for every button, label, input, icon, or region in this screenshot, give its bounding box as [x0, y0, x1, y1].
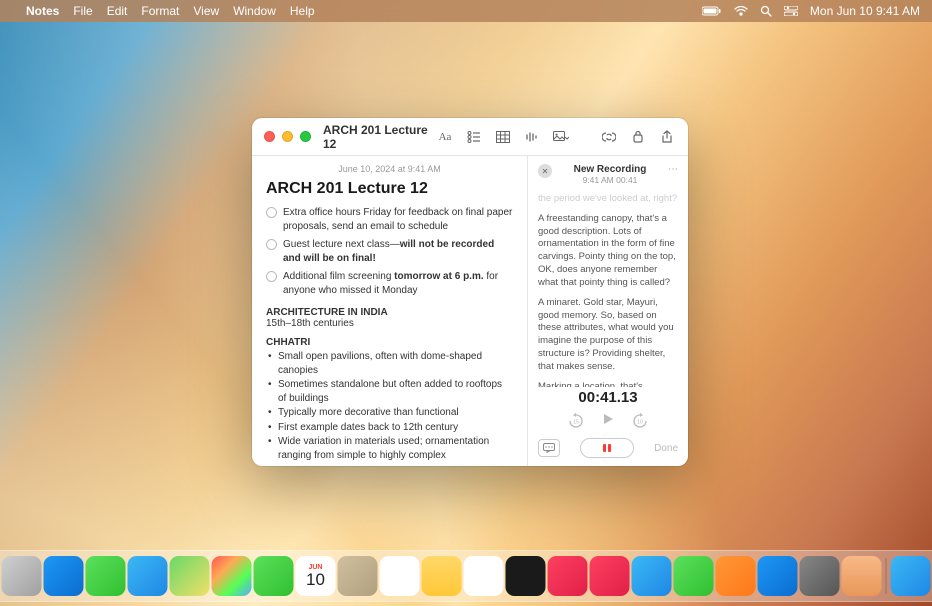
- play-button[interactable]: [601, 412, 615, 430]
- menu-view[interactable]: View: [193, 4, 219, 18]
- bullet-item: Typically more decorative than functiona…: [266, 406, 513, 420]
- dock-contacts[interactable]: [338, 556, 378, 596]
- traffic-lights: [264, 131, 311, 142]
- dock-photos[interactable]: [212, 556, 252, 596]
- transcript-faded: the period we've looked at, right?: [538, 193, 678, 206]
- dock-settings[interactable]: [800, 556, 840, 596]
- checklist-text: Additional film screening tomorrow at 6 …: [283, 270, 513, 297]
- media-button[interactable]: [552, 128, 570, 146]
- link-button[interactable]: [600, 128, 618, 146]
- dock-pages[interactable]: [716, 556, 756, 596]
- dock-numbers[interactable]: [674, 556, 714, 596]
- dock-music[interactable]: [548, 556, 588, 596]
- checklist: Extra office hours Friday for feedback o…: [266, 206, 513, 297]
- menu-format[interactable]: Format: [141, 4, 179, 18]
- checkbox-icon[interactable]: [266, 207, 277, 218]
- checkbox-icon[interactable]: [266, 271, 277, 282]
- window-title: ARCH 201 Lecture 12: [323, 123, 428, 151]
- bullet-item: First example dates back to 12th century: [266, 421, 513, 435]
- transcript-paragraph: A freestanding canopy, that's a good des…: [538, 213, 678, 290]
- notes-window: ARCH 201 Lecture 12 Aa June 10, 2024 at …: [252, 118, 688, 466]
- dock: JUN10: [0, 550, 932, 602]
- checklist-button[interactable]: [465, 128, 483, 146]
- dock-phone-mirror[interactable]: [842, 556, 882, 596]
- done-button[interactable]: Done: [654, 443, 678, 454]
- svg-text:15: 15: [573, 420, 579, 426]
- dock-news[interactable]: [590, 556, 630, 596]
- search-icon[interactable]: [760, 5, 772, 17]
- window-minimize[interactable]: [282, 131, 293, 142]
- checklist-item[interactable]: Extra office hours Friday for feedback o…: [266, 206, 513, 233]
- dock-freeform[interactable]: [464, 556, 504, 596]
- dock-reminders[interactable]: [380, 556, 420, 596]
- menu-file[interactable]: File: [73, 4, 92, 18]
- bullet-item: Sometimes standalone but often added to …: [266, 378, 513, 405]
- window-close[interactable]: [264, 131, 275, 142]
- battery-icon[interactable]: [702, 6, 722, 16]
- section-heading: ARCHITECTURE IN INDIA: [266, 307, 513, 318]
- bullet-item: Wide variation in materials used; orname…: [266, 435, 513, 462]
- note-title: ARCH 201 Lecture 12: [266, 180, 513, 198]
- checklist-item[interactable]: Additional film screening tomorrow at 6 …: [266, 270, 513, 297]
- recording-title: New Recording: [558, 164, 662, 175]
- menu-window[interactable]: Window: [233, 4, 276, 18]
- window-content: June 10, 2024 at 9:41 AM ARCH 201 Lectur…: [252, 156, 688, 466]
- note-date: June 10, 2024 at 9:41 AM: [266, 164, 513, 174]
- close-panel-button[interactable]: ✕: [538, 164, 552, 178]
- toolbar: Aa: [436, 128, 676, 146]
- checklist-text: Extra office hours Friday for feedback o…: [283, 206, 513, 233]
- recording-meta: 9:41 AM 00:41: [558, 175, 662, 185]
- menu-help[interactable]: Help: [290, 4, 315, 18]
- window-zoom[interactable]: [300, 131, 311, 142]
- forward-10-button[interactable]: 10: [631, 412, 649, 430]
- dock-safari[interactable]: [44, 556, 84, 596]
- section-subheading: 15th–18th centuries: [266, 318, 513, 329]
- dock-appstore[interactable]: [758, 556, 798, 596]
- audio-button[interactable]: [523, 128, 541, 146]
- dock-calendar[interactable]: JUN10: [296, 556, 336, 596]
- dock-facetime[interactable]: [254, 556, 294, 596]
- dock-launchpad[interactable]: [2, 556, 42, 596]
- svg-text:10: 10: [637, 420, 643, 426]
- dock-separator: [886, 558, 887, 594]
- note-body[interactable]: June 10, 2024 at 9:41 AM ARCH 201 Lectur…: [252, 156, 527, 466]
- format-button[interactable]: Aa: [436, 128, 454, 146]
- table-button[interactable]: [494, 128, 512, 146]
- transcript-area[interactable]: the period we've looked at, right? A fre…: [528, 189, 688, 387]
- more-button[interactable]: ⋯: [668, 164, 678, 175]
- menubar-clock[interactable]: Mon Jun 10 9:41 AM: [810, 4, 920, 18]
- checkbox-icon[interactable]: [266, 239, 277, 250]
- share-button[interactable]: [658, 128, 676, 146]
- subheading: CHHATRI: [266, 337, 513, 348]
- dock-mail[interactable]: [128, 556, 168, 596]
- dock-messages[interactable]: [86, 556, 126, 596]
- bullet-item: Small open pavilions, often with dome-sh…: [266, 350, 513, 377]
- recording-timer: 00:41.13: [528, 389, 688, 406]
- dock-tv[interactable]: [506, 556, 546, 596]
- checklist-item[interactable]: Guest lecture next class—will not be rec…: [266, 238, 513, 265]
- checklist-text: Guest lecture next class—will not be rec…: [283, 238, 513, 265]
- dock-notes[interactable]: [422, 556, 462, 596]
- titlebar: ARCH 201 Lecture 12 Aa: [252, 118, 688, 156]
- dock-downloads[interactable]: [891, 556, 931, 596]
- rewind-15-button[interactable]: 15: [567, 412, 585, 430]
- pause-icon: [603, 444, 611, 452]
- dock-appstore-alt[interactable]: [632, 556, 672, 596]
- lock-button[interactable]: [629, 128, 647, 146]
- transcript-toggle-button[interactable]: [538, 439, 560, 457]
- menu-edit[interactable]: Edit: [107, 4, 128, 18]
- transcript-paragraph: A minaret. Gold star, Mayuri, good memor…: [538, 297, 678, 374]
- app-menu[interactable]: Notes: [26, 4, 59, 18]
- bullet-list: Small open pavilions, often with dome-sh…: [266, 350, 513, 462]
- record-pause-button[interactable]: [580, 438, 634, 458]
- dock-maps[interactable]: [170, 556, 210, 596]
- recording-panel: ✕ New Recording 9:41 AM 00:41 ⋯ the peri…: [527, 156, 688, 466]
- control-center-icon[interactable]: [784, 6, 798, 16]
- wifi-icon[interactable]: [734, 6, 748, 16]
- menubar: Notes File Edit Format View Window Help …: [0, 0, 932, 22]
- transport-controls: 15 10: [528, 410, 688, 432]
